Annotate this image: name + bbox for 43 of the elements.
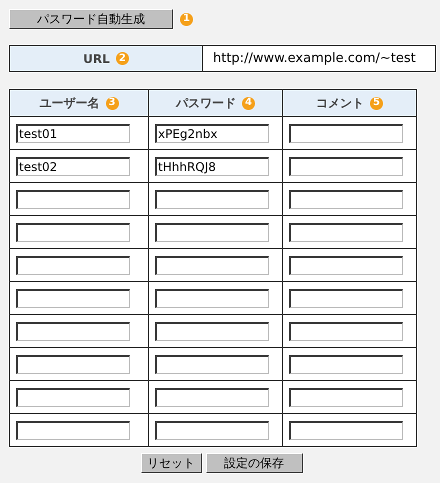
input-field[interactable] [16, 322, 130, 340]
input-field[interactable] [289, 190, 403, 208]
input-field[interactable]: tHhhRQJ8 [155, 156, 269, 176]
input-field[interactable] [289, 256, 403, 274]
input-field[interactable] [155, 322, 269, 340]
input-field[interactable] [155, 354, 269, 374]
input-field[interactable] [289, 124, 403, 142]
input-field[interactable] [289, 322, 403, 340]
input-field[interactable] [155, 190, 269, 208]
number-badge: 3 [106, 96, 118, 110]
input-field[interactable] [289, 156, 403, 176]
reset-button[interactable]: リセット [140, 453, 202, 473]
column-label: パスワード [176, 94, 236, 112]
input-field[interactable]: xPEg2nbx [155, 124, 269, 142]
input-field[interactable] [155, 288, 269, 308]
input-field[interactable] [16, 388, 130, 406]
url-value-cell: http://www.example.com/~test [202, 46, 435, 71]
input-field[interactable] [16, 190, 130, 208]
input-field[interactable] [16, 420, 130, 440]
input-field[interactable] [155, 420, 269, 440]
generate-password-button[interactable]: パスワード自動生成 [9, 9, 173, 29]
save-button[interactable]: 設定の保存 [206, 453, 302, 473]
input-field[interactable] [289, 354, 403, 374]
input-field[interactable]: test02 [16, 156, 130, 176]
number-badge: 4 [242, 96, 255, 110]
input-field[interactable] [155, 388, 269, 406]
input-field[interactable] [16, 288, 130, 308]
input-field[interactable] [289, 420, 403, 440]
url-label: URL [83, 52, 110, 66]
input-field[interactable] [16, 222, 130, 242]
input-field[interactable] [16, 354, 130, 374]
column-label: ユーザー名 [40, 94, 100, 112]
input-field[interactable] [289, 388, 403, 406]
input-field[interactable] [155, 222, 269, 242]
input-field[interactable] [155, 256, 269, 274]
input-field[interactable] [16, 256, 130, 274]
column-label: コメント [316, 94, 364, 112]
number-badge: 1 [180, 12, 193, 26]
input-field[interactable] [289, 222, 403, 242]
number-badge: 5 [370, 96, 383, 110]
number-badge: 2 [116, 52, 129, 65]
input-field[interactable] [289, 288, 403, 308]
input-field[interactable]: test01 [16, 124, 130, 142]
